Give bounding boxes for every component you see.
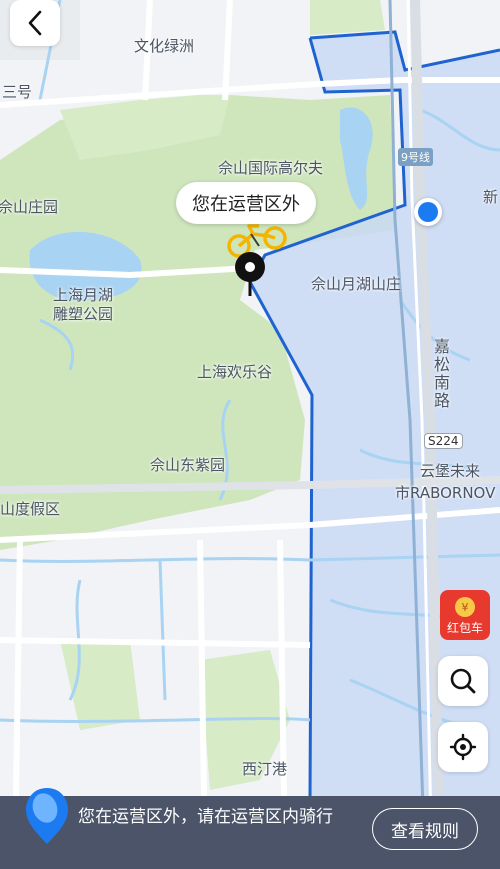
map-label-diaosu: 雕塑公园	[53, 305, 114, 323]
map-label-xidinggang: 西汀港	[242, 760, 288, 778]
back-button[interactable]	[10, 0, 60, 46]
view-rules-label: 查看规则	[391, 821, 459, 842]
map-label-yuehushanzhuang: 佘山月湖山庄	[311, 275, 402, 293]
map-label-wenhua: 文化绿洲	[134, 37, 195, 55]
coin-icon: ¥	[455, 597, 475, 617]
map-label-sheshanzhuang: 佘山庄园	[0, 198, 59, 216]
user-location-dot	[414, 198, 442, 226]
locate-icon	[449, 733, 477, 761]
bottom-notice-message: 您在运营区外，请在运营区内骑行	[78, 807, 333, 827]
view-rules-button[interactable]: 查看规则	[372, 808, 478, 850]
map-label-xin: 新	[483, 188, 499, 206]
search-button[interactable]	[438, 656, 488, 706]
map-label-rabornov: 市RABORNOV	[395, 484, 496, 502]
metro-badge-line9: 9号线	[398, 148, 433, 166]
map-label-golf: 佘山国际高尔夫	[218, 159, 324, 177]
chevron-left-icon	[28, 10, 42, 36]
map-label-yuehu: 上海月湖	[53, 286, 114, 304]
map-label-dujiaqu: 山度假区	[0, 500, 61, 518]
map-label-yunbao: 云堡未来	[420, 462, 481, 480]
red-packet-button[interactable]: ¥ 红包车	[440, 590, 490, 640]
road-badge-s224: S224	[424, 433, 463, 449]
red-packet-label: 红包车	[446, 621, 483, 635]
map-label-dongziyuan: 佘山东紫园	[150, 456, 226, 474]
warning-pin-icon	[26, 788, 68, 844]
map-label-jiasong: 嘉松南路	[431, 338, 450, 410]
search-icon	[450, 668, 476, 694]
location-pin-icon	[235, 252, 265, 296]
locate-button[interactable]	[438, 722, 488, 772]
out-of-zone-bubble-text: 您在运营区外	[192, 194, 300, 215]
out-of-zone-bubble: 您在运营区外	[176, 182, 316, 224]
map-label-sanhao: 三号	[2, 83, 33, 101]
map-label-huanlegu: 上海欢乐谷	[197, 363, 273, 381]
